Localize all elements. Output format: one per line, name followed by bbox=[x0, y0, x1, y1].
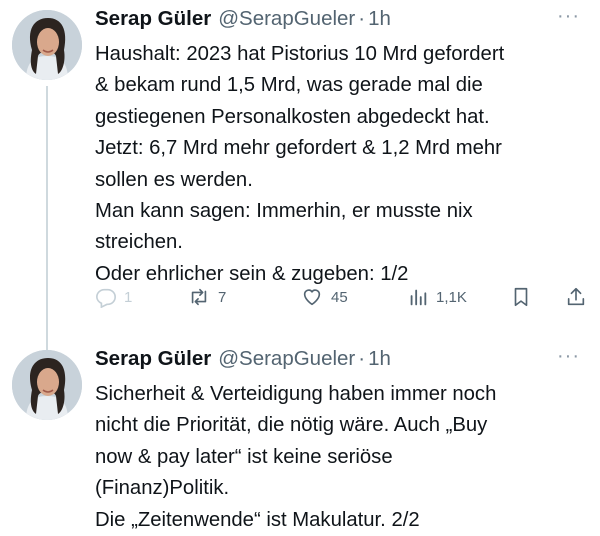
author-name[interactable]: Serap Güler bbox=[95, 7, 211, 31]
reply-count: 1 bbox=[124, 288, 133, 306]
action-bar: 1 7 45 1,1K bbox=[95, 286, 595, 316]
tweet-header: Serap Güler @SerapGueler · 1h ··· bbox=[95, 345, 586, 373]
views-button[interactable]: 1,1K bbox=[407, 286, 467, 308]
retweet-count: 7 bbox=[218, 288, 227, 306]
tweet-text: Haushalt: 2023 hat Pistorius 10 Mrd gefo… bbox=[95, 39, 590, 290]
author-name[interactable]: Serap Güler bbox=[95, 347, 211, 371]
retweet-button[interactable]: 7 bbox=[187, 286, 226, 308]
share-icon bbox=[565, 286, 587, 308]
text-line: now & pay later“ ist keine seriöse bbox=[95, 445, 393, 468]
avatar[interactable] bbox=[12, 350, 82, 420]
more-options-icon[interactable]: ··· bbox=[557, 345, 580, 368]
thread-line bbox=[46, 86, 48, 356]
tweet[interactable]: Serap Güler @SerapGueler · 1h ··· Hausha… bbox=[0, 0, 600, 356]
text-line: sollen es werden. bbox=[95, 168, 253, 191]
like-icon bbox=[300, 286, 324, 308]
retweet-icon bbox=[187, 286, 211, 308]
share-button[interactable] bbox=[565, 286, 587, 308]
reply-button[interactable]: 1 bbox=[95, 286, 132, 308]
timestamp[interactable]: 1h bbox=[368, 7, 391, 31]
reply-icon bbox=[95, 286, 117, 308]
text-line: Die „Zeitenwende“ ist Makulatur. 2/2 bbox=[95, 508, 420, 531]
text-line: Jetzt: 6,7 Mrd mehr gefordert & 1,2 Mrd … bbox=[95, 137, 502, 160]
bookmark-icon bbox=[510, 286, 532, 308]
text-line: streichen. bbox=[95, 231, 183, 254]
views-icon bbox=[407, 286, 429, 308]
separator: · bbox=[358, 7, 366, 30]
bookmark-button[interactable] bbox=[510, 286, 532, 308]
text-line: Man kann sagen: Immerhin, er musste nix bbox=[95, 200, 473, 223]
like-button[interactable]: 45 bbox=[300, 286, 348, 308]
tweet-header: Serap Güler @SerapGueler · 1h ··· bbox=[95, 5, 586, 33]
text-line: nicht die Priorität, die nötig wäre. Auc… bbox=[95, 414, 488, 437]
author-handle[interactable]: @SerapGueler bbox=[218, 7, 355, 31]
views-count: 1,1K bbox=[436, 288, 467, 306]
timestamp[interactable]: 1h bbox=[368, 347, 391, 371]
separator: · bbox=[358, 347, 366, 370]
text-line: & bekam rund 1,5 Mrd, was gerade mal die bbox=[95, 74, 483, 97]
text-line: Sicherheit & Verteidigung haben immer no… bbox=[95, 383, 497, 405]
text-line: Haushalt: 2023 hat Pistorius 10 Mrd gefo… bbox=[95, 43, 505, 65]
more-options-icon[interactable]: ··· bbox=[557, 5, 580, 28]
avatar[interactable] bbox=[12, 10, 82, 80]
author-handle[interactable]: @SerapGueler bbox=[218, 347, 355, 371]
text-line: gestiegenen Personalkosten abgedeckt hat… bbox=[95, 105, 490, 128]
tweet-text: Sicherheit & Verteidigung haben immer no… bbox=[95, 379, 590, 536]
text-line: (Finanz)Politik. bbox=[95, 477, 230, 500]
tweet[interactable]: Serap Güler @SerapGueler · 1h ··· Sicher… bbox=[0, 342, 600, 532]
like-count: 45 bbox=[331, 288, 348, 306]
